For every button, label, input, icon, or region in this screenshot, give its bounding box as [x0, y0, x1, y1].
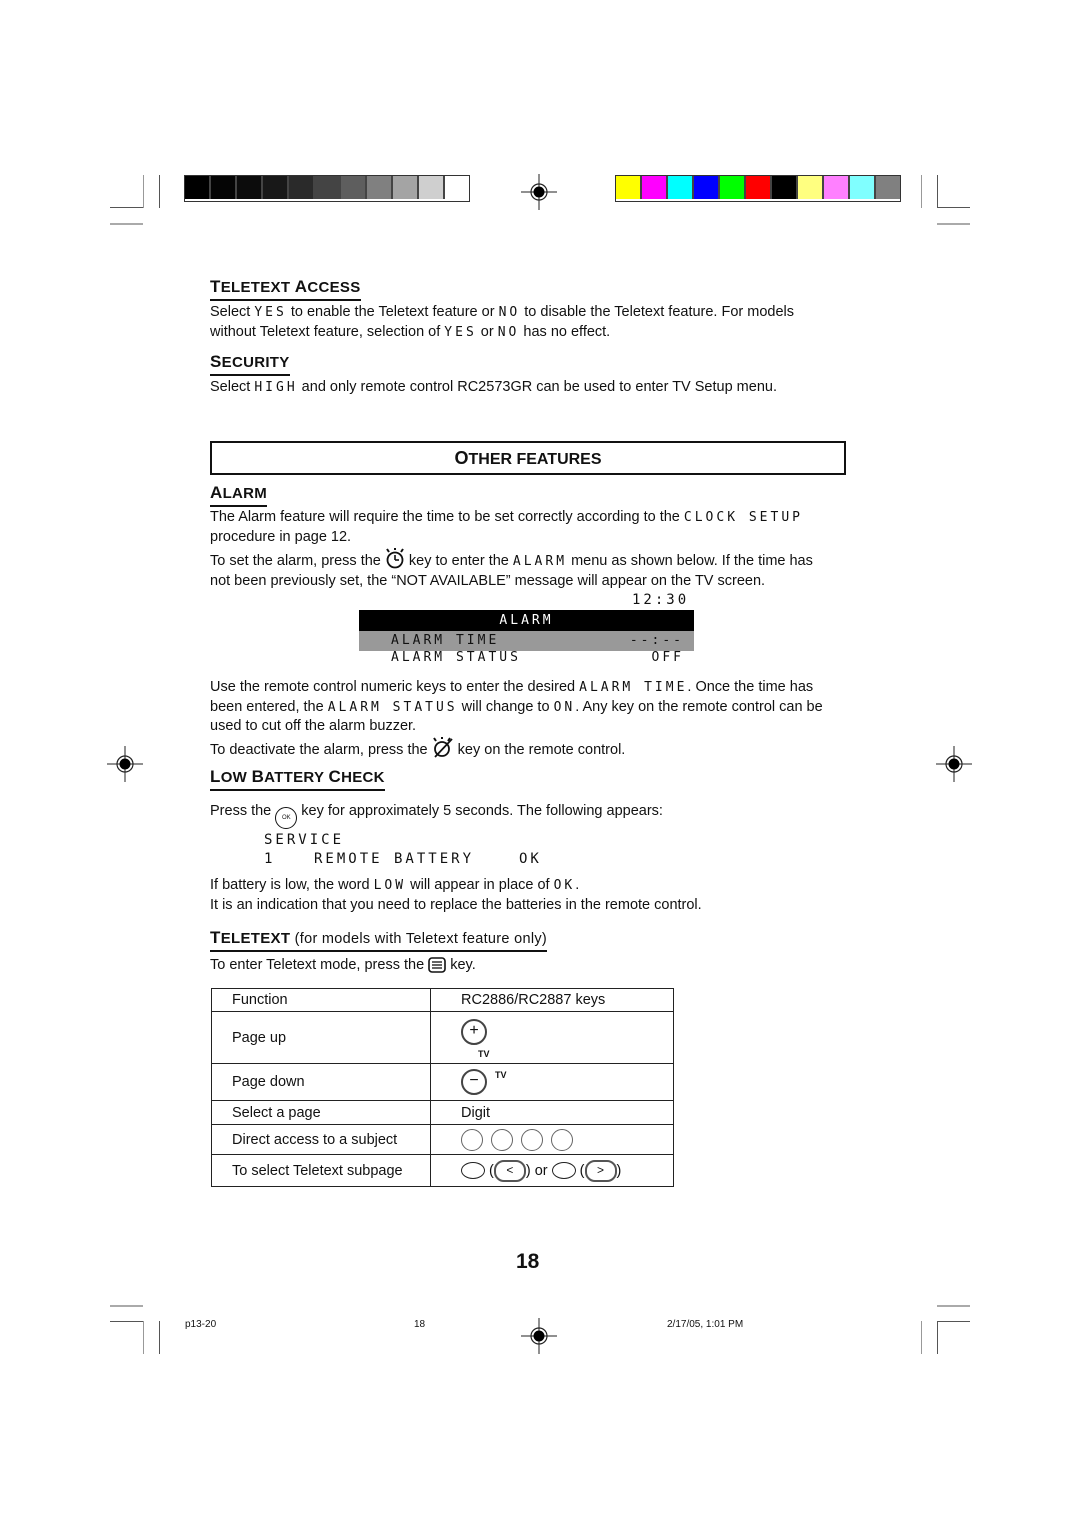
teletext-key-icon: [428, 957, 446, 973]
color-swatch: [642, 176, 668, 199]
alarm-intro-text: The Alarm feature will require the time …: [210, 509, 813, 589]
color-swatch: [720, 176, 746, 199]
table-row: Page down − TV: [211, 1063, 674, 1101]
color-swatch: [185, 176, 211, 199]
color-swatch: [263, 176, 289, 199]
color-key-icon: [551, 1128, 573, 1151]
subpage-right-key-icon: [551, 1162, 576, 1179]
color-swatch: [341, 176, 367, 199]
low-battery-instruction: Press the OK key for approximately 5 sec…: [210, 802, 855, 829]
color-swatch: [393, 176, 419, 199]
footer-page: 18: [414, 1319, 426, 1330]
crop-mark: [110, 207, 143, 208]
grayscale-calibration-bar: [184, 175, 470, 202]
registration-mark-icon: [521, 1318, 557, 1354]
service-title: SERVICE: [264, 832, 345, 848]
color-key-icon: [461, 1128, 483, 1151]
crop-mark: [143, 175, 144, 208]
low-battery-heading: LOW BATTERY CHECK: [210, 767, 385, 791]
alarm-menu-title: ALARM: [359, 610, 694, 631]
crop-mark: [921, 175, 922, 208]
registration-mark-icon: [521, 174, 557, 210]
crop-mark: [159, 175, 160, 208]
alarm-heading: ALARM: [210, 483, 268, 507]
color-swatch: [211, 176, 237, 199]
table-row: Direct access to a subject: [211, 1124, 674, 1155]
color-swatch: [616, 176, 642, 199]
right-arrow-key-icon: >: [584, 1159, 617, 1182]
color-key-icon: [521, 1128, 543, 1151]
color-swatch: [445, 176, 469, 199]
subpage-left-key-icon: [461, 1162, 485, 1179]
color-swatch: [237, 176, 263, 199]
teletext-access-text: Select YES to enable the Teletext featur…: [210, 304, 795, 340]
teletext-instruction: To enter Teletext mode, press the key.: [210, 957, 476, 973]
alarm-menu-row[interactable]: ALARM STATUS OFF: [359, 651, 694, 667]
crop-mark: [937, 1321, 938, 1354]
crop-mark: [110, 223, 143, 225]
page-up-key-icon: +: [461, 1018, 487, 1045]
security-text: Select HIGH and only remote control RC25…: [210, 379, 777, 395]
registration-mark-icon: [107, 746, 143, 782]
table-row: To select Teletext subpage (<) or (>): [211, 1154, 674, 1187]
crop-mark: [143, 1321, 144, 1354]
crop-mark: [937, 223, 970, 225]
crop-mark: [110, 1321, 143, 1322]
alarm-menu-row[interactable]: ALARM TIME --:--: [359, 631, 694, 651]
alarm-usage-text: Use the remote control numeric keys to e…: [210, 679, 823, 758]
crop-mark: [937, 1321, 970, 1322]
other-features-title: OTHER FEATURES: [210, 441, 846, 475]
alarm-menu-clock: 12:30: [632, 592, 690, 608]
low-battery-note: If battery is low, the word LOW will app…: [210, 877, 702, 913]
crop-mark: [921, 1321, 922, 1354]
color-swatch: [876, 176, 900, 199]
teletext-heading: TELETEXT (for models with Teletext featu…: [210, 928, 548, 952]
color-swatch: [419, 176, 445, 199]
alarm-clock-icon: [386, 548, 404, 569]
teletext-keys-table: Function RC2886/RC2887 keys Page up + TV…: [211, 988, 674, 1187]
footer-datetime: 2/17/05, 1:01 PM: [667, 1319, 744, 1330]
ok-key-icon: OK: [275, 807, 298, 829]
table-row: Page up + TV: [211, 1011, 674, 1064]
page-down-key-icon: −: [461, 1069, 487, 1095]
color-swatch: [824, 176, 850, 199]
footer-file: p13-20: [185, 1319, 217, 1330]
color-swatch: [798, 176, 824, 199]
page-number: 18: [516, 1250, 540, 1273]
registration-mark-icon: [936, 746, 972, 782]
table-row: Select a page Digit: [211, 1100, 674, 1125]
service-row: 1 REMOTE BATTERY OK: [264, 851, 542, 867]
crop-mark: [110, 1305, 143, 1307]
color-swatch: [694, 176, 720, 199]
color-swatch: [367, 176, 393, 199]
alarm-menu: ALARM ALARM TIME --:-- ALARM STATUS OFF: [359, 610, 694, 667]
crop-mark: [159, 1321, 160, 1354]
color-swatch: [668, 176, 694, 199]
color-swatch: [315, 176, 341, 199]
crop-mark: [937, 207, 970, 208]
color-swatch: [772, 176, 798, 199]
security-heading: SECURITY: [210, 352, 290, 376]
crop-mark: [937, 175, 938, 208]
left-arrow-key-icon: <: [493, 1159, 526, 1182]
teletext-access-heading: TELETEXT ACCESS: [210, 277, 361, 301]
table-header-row: Function RC2886/RC2887 keys: [211, 988, 674, 1012]
color-swatch: [289, 176, 315, 199]
color-calibration-bar: [615, 175, 901, 202]
color-swatch: [746, 176, 772, 199]
crop-mark: [937, 1305, 970, 1307]
alarm-off-icon: [432, 736, 453, 758]
color-key-icon: [491, 1128, 513, 1151]
color-swatch: [850, 176, 876, 199]
